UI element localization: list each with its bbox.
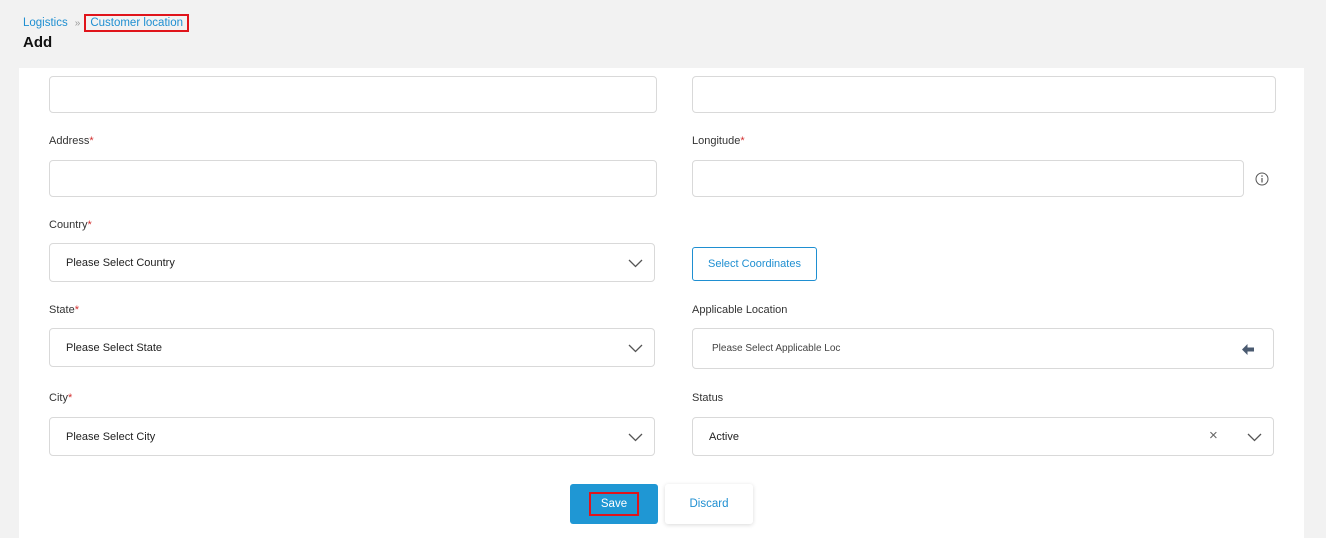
city-label: City* bbox=[49, 392, 73, 404]
discard-button[interactable]: Discard bbox=[665, 484, 753, 524]
country-label: Country* bbox=[49, 219, 92, 231]
city-select-value: Please Select City bbox=[66, 430, 156, 443]
state-select-value: Please Select State bbox=[66, 341, 163, 354]
country-select[interactable]: Please Select Country bbox=[49, 243, 655, 282]
chevron-down-icon bbox=[628, 433, 643, 442]
save-button-label: Save bbox=[588, 492, 640, 516]
state-label: State* bbox=[49, 304, 79, 316]
applicable-location-label: Applicable Location bbox=[692, 304, 788, 316]
arrow-left-icon bbox=[1242, 344, 1254, 358]
top-left-input[interactable] bbox=[49, 76, 657, 113]
address-input[interactable] bbox=[49, 160, 657, 197]
status-select[interactable]: Active × bbox=[692, 417, 1274, 456]
city-select[interactable]: Please Select City bbox=[49, 417, 655, 456]
chevron-down-icon[interactable] bbox=[1247, 433, 1262, 442]
longitude-label: Longitude* bbox=[692, 135, 745, 147]
status-label: Status bbox=[692, 392, 724, 404]
info-icon[interactable] bbox=[1255, 172, 1269, 191]
chevron-down-icon bbox=[628, 344, 643, 353]
status-select-value: Active bbox=[709, 430, 739, 443]
breadcrumb-logistics[interactable]: Logistics bbox=[23, 17, 68, 29]
select-coordinates-button[interactable]: Select Coordinates bbox=[692, 247, 817, 281]
country-select-value: Please Select Country bbox=[66, 256, 175, 269]
top-right-input[interactable] bbox=[692, 76, 1276, 113]
applicable-location-placeholder: Please Select Applicable Loc bbox=[712, 343, 841, 354]
close-icon[interactable]: × bbox=[1209, 427, 1218, 444]
applicable-location-select[interactable]: Please Select Applicable Loc bbox=[692, 328, 1274, 369]
breadcrumb: Logistics » Customer location bbox=[23, 14, 189, 32]
breadcrumb-customer-location[interactable]: Customer location bbox=[84, 14, 189, 32]
save-button[interactable]: Save bbox=[570, 484, 658, 524]
page-title: Add bbox=[23, 34, 53, 51]
chevron-down-icon bbox=[628, 259, 643, 268]
chevron-double-right-icon: » bbox=[74, 17, 80, 29]
form-card bbox=[19, 68, 1304, 538]
address-label: Address* bbox=[49, 135, 94, 147]
state-select[interactable]: Please Select State bbox=[49, 328, 655, 367]
longitude-input[interactable] bbox=[692, 160, 1244, 197]
